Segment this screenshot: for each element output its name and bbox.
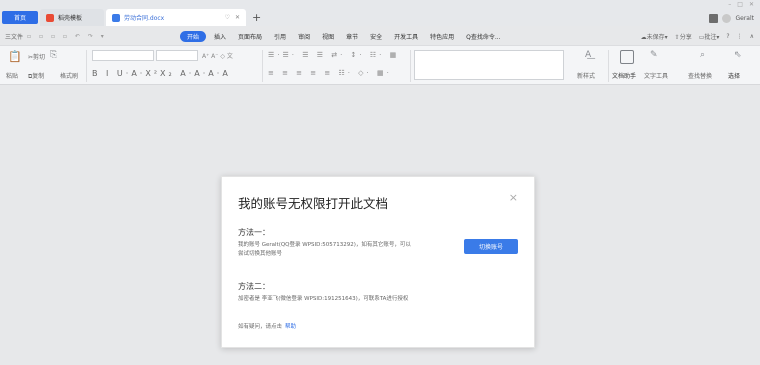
- close-icon[interactable]: ×: [509, 192, 518, 203]
- tab-close-icon[interactable]: ✕: [235, 14, 240, 21]
- menu-item-2[interactable]: 页面布局: [232, 32, 268, 41]
- method2-heading: 方法二：: [238, 282, 270, 291]
- new-style-button[interactable]: 新样式: [577, 71, 595, 80]
- menu-item-0[interactable]: 开始: [180, 30, 207, 42]
- font-format-buttons[interactable]: B I U·A·X²X₂ A·A·A·A: [92, 69, 231, 78]
- comment-button[interactable]: ▭批注▾: [699, 32, 720, 41]
- font-name-select[interactable]: [92, 50, 154, 61]
- menu-bar: 三文件 ▫ ▫ ▫ ▫ ↶ ↷ ▾ 开始 插入 页面布局 引用 审阅 视图 章节 安全 开发工具…: [0, 29, 760, 43]
- tab-template-label: 稻壳模板: [58, 15, 83, 22]
- method1-heading: 方法一：: [238, 228, 270, 237]
- unsaved-status[interactable]: ☁未保存▾: [641, 32, 668, 41]
- help-text: 如有疑问，请点击 帮助: [238, 322, 296, 330]
- quick-access-icons[interactable]: ▫ ▫ ▫ ▫ ↶ ↷ ▾: [27, 33, 107, 40]
- find-icon[interactable]: ⌕: [700, 50, 705, 60]
- text-tools-button[interactable]: 文字工具: [644, 71, 668, 80]
- writer-doc-icon: [112, 13, 120, 22]
- list-buttons[interactable]: ☰·☰· ☰ ☰ ⇄· ↕· ☷· ▦: [268, 51, 399, 59]
- format-painter-button[interactable]: 格式刷: [60, 71, 78, 80]
- menu-item-5[interactable]: 视图: [316, 32, 340, 41]
- find-replace-button[interactable]: 查找替换: [688, 71, 712, 80]
- font-size-select[interactable]: [156, 50, 198, 61]
- align-buttons[interactable]: ≡ ≡ ≡ ≡ ≡ ☷· ◇· ▦·: [268, 69, 392, 77]
- doc-assistant-icon[interactable]: [620, 50, 634, 64]
- command-search[interactable]: Q查找命令...: [460, 32, 506, 41]
- menu-item-1[interactable]: 插入: [208, 32, 232, 41]
- menu-items: 开始 插入 页面布局 引用 审阅 视图 章节 安全 开发工具 特色应用 Q查找命令...: [180, 30, 507, 42]
- copy-button[interactable]: ⧉复制: [28, 71, 44, 81]
- tab-document-label: 劳动合同.docx: [124, 15, 165, 22]
- menu-file[interactable]: 三文件: [5, 32, 23, 41]
- more-icon[interactable]: ⋮: [737, 33, 743, 40]
- font-size-adjust[interactable]: A⁺ A⁻ ◇ 文: [202, 51, 233, 60]
- window-close-icon[interactable]: ✕: [749, 1, 754, 8]
- menu-item-4[interactable]: 审阅: [292, 32, 316, 41]
- new-style-icon[interactable]: A͟: [585, 50, 591, 60]
- layout-icon[interactable]: [709, 14, 719, 23]
- permission-dialog: 我的账号无权限打开此文档 × 方法一： 我的账号 Geralt(QQ登录 WPS…: [221, 176, 535, 348]
- window-controls: – □ ✕: [728, 1, 754, 8]
- avatar[interactable]: [722, 14, 732, 23]
- menu-item-8[interactable]: 开发工具: [388, 32, 424, 41]
- new-tab-button[interactable]: +: [252, 12, 261, 23]
- method2-line1: 加密者是 李亚飞(微信登录 WPSID:191251643)，可联系TA进行授权: [238, 296, 409, 302]
- tab-home-label: 首页: [13, 15, 26, 22]
- help-link[interactable]: 帮助: [285, 324, 296, 330]
- tab-pin-icon[interactable]: ♡: [225, 14, 230, 21]
- text-tools-icon[interactable]: ✎: [650, 50, 658, 60]
- menu-item-3[interactable]: 引用: [268, 32, 292, 41]
- minimize-icon[interactable]: –: [728, 1, 731, 8]
- style-gallery[interactable]: [414, 50, 564, 80]
- menu-item-9[interactable]: 特色应用: [424, 32, 460, 41]
- tab-bar: 首页 稻壳模板 劳动合同.docx ♡ ✕ + – □ ✕ Geralt: [0, 0, 760, 26]
- menu-item-6[interactable]: 章节: [340, 32, 364, 41]
- dialog-title: 我的账号无权限打开此文档: [238, 196, 389, 211]
- share-button[interactable]: ⇧分享: [675, 32, 692, 41]
- ribbon: 📋 粘贴 ✂剪切 ⎘ ⧉复制 格式刷 A⁺ A⁻ ◇ 文 B I U·A·X²X…: [0, 45, 760, 85]
- method1-line2: 尝试切换其他账号: [238, 251, 283, 257]
- collapse-ribbon-icon[interactable]: ∧: [750, 33, 754, 40]
- clipboard-icon[interactable]: ⎘: [50, 50, 57, 60]
- tab-document[interactable]: 劳动合同.docx ♡ ✕: [106, 9, 246, 26]
- menu-item-7[interactable]: 安全: [364, 32, 388, 41]
- select-cursor-icon[interactable]: ⇖: [734, 50, 742, 60]
- help-button[interactable]: ?: [726, 33, 729, 40]
- select-button[interactable]: 选择: [728, 71, 740, 80]
- docer-icon: [46, 13, 54, 22]
- user-name[interactable]: Geralt: [735, 15, 754, 22]
- doc-assistant-button[interactable]: 文档助手: [612, 71, 636, 80]
- tab-template[interactable]: 稻壳模板: [40, 9, 104, 26]
- help-prefix: 如有疑问，请点击: [238, 324, 283, 330]
- paste-icon[interactable]: 📋: [8, 50, 22, 63]
- user-area[interactable]: Geralt: [709, 14, 754, 23]
- switch-account-button[interactable]: 切换账号: [464, 239, 518, 254]
- maximize-icon[interactable]: □: [737, 1, 743, 8]
- paste-button[interactable]: 粘贴: [6, 71, 18, 80]
- cut-button[interactable]: ✂剪切: [28, 52, 45, 61]
- tab-home[interactable]: 首页: [2, 11, 38, 24]
- method1-line1: 我的账号 Geralt(QQ登录 WPSID:505713292)，如有其它账号…: [238, 242, 411, 248]
